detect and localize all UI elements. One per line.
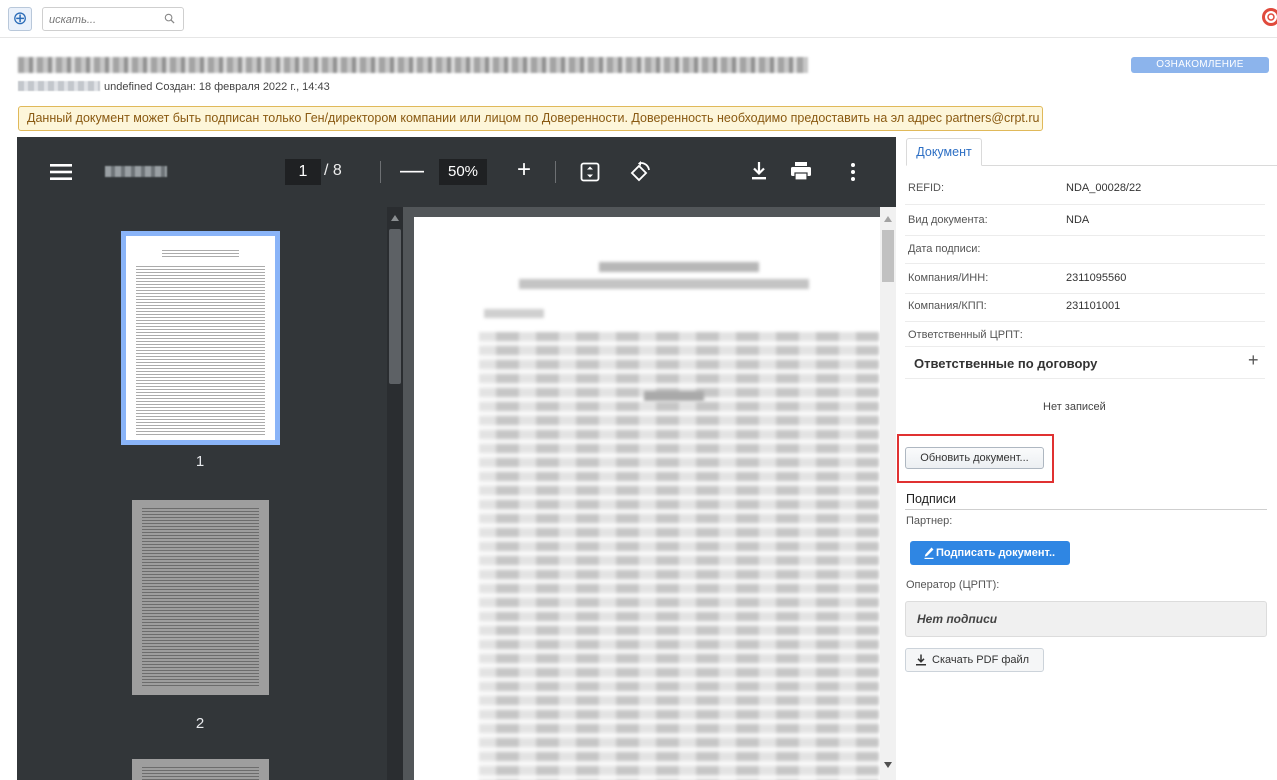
top-bar: ⊕ <box>0 0 1277 38</box>
signatures-divider <box>905 509 1267 510</box>
pdf-toolbar: 1 / 8 — 50% + <box>17 137 896 207</box>
section-divider <box>905 378 1265 379</box>
row-divider <box>905 235 1265 236</box>
pdf-page-area[interactable] <box>403 207 896 780</box>
update-document-button[interactable]: Обновить документ... <box>905 447 1044 469</box>
page-scrollbar[interactable] <box>880 207 896 780</box>
zoom-input[interactable]: 50% <box>439 159 487 185</box>
no-signature-box: Нет подписи <box>905 601 1267 637</box>
scroll-up-icon[interactable] <box>389 213 401 223</box>
status-badge: ОЗНАКОМЛЕНИЕ <box>1131 57 1269 73</box>
pdf-viewer: 1 / 8 — 50% + 1 2 <box>17 137 896 780</box>
search-input[interactable] <box>49 11 157 28</box>
download-pdf-button[interactable]: Скачать PDF файл <box>905 648 1044 672</box>
doc-type-value: NDA <box>1066 214 1090 226</box>
operator-label: Оператор (ЦРПТ): <box>906 579 1000 591</box>
partner-label: Партнер: <box>906 515 953 527</box>
toolbar-divider <box>555 161 556 183</box>
row-divider <box>905 346 1265 347</box>
thumbnail-scroll-thumb[interactable] <box>389 229 401 384</box>
thumbnail-number: 2 <box>195 715 205 732</box>
download-pdf-icon <box>916 654 926 666</box>
sign-document-label: Подписать документ.. <box>936 547 1056 559</box>
scroll-down-icon[interactable] <box>883 761 893 769</box>
pen-icon <box>924 547 934 559</box>
search-box[interactable] <box>42 7 184 31</box>
page-scroll-thumb[interactable] <box>882 230 894 282</box>
document-title <box>18 57 808 73</box>
thumbnail-number: 1 <box>195 453 205 470</box>
plus-icon[interactable]: + <box>1248 350 1259 371</box>
scroll-up-icon[interactable] <box>883 215 893 223</box>
page-total: / 8 <box>324 162 342 179</box>
document-meta: undefined Создан: 18 февраля 2022 г., 14… <box>18 81 330 93</box>
warning-banner: Данный документ может быть подписан толь… <box>18 106 1043 131</box>
created-text: undefined Создан: 18 февраля 2022 г., 14… <box>104 81 330 93</box>
row-divider <box>905 204 1265 205</box>
toolbar-divider <box>380 161 381 183</box>
row-divider <box>905 293 1265 294</box>
company-kpp-label: Компания/КПП: <box>908 300 987 312</box>
page-number-input[interactable]: 1 <box>285 159 321 185</box>
responsible-crpt-label: Ответственный ЦРПТ: <box>908 329 1023 341</box>
no-records-text: Нет записей <box>1043 401 1106 413</box>
doc-type-label: Вид документа: <box>908 214 988 226</box>
row-divider <box>905 321 1265 322</box>
more-vert-icon[interactable] <box>847 161 859 183</box>
sign-document-button[interactable]: Подписать документ.. <box>910 541 1070 565</box>
download-pdf-label: Скачать PDF файл <box>932 654 1030 666</box>
tab-document[interactable]: Документ <box>906 138 982 166</box>
page-thumbnail[interactable] <box>132 500 269 695</box>
signatures-title: Подписи <box>906 492 956 506</box>
download-icon[interactable] <box>750 161 768 181</box>
company-kpp-value: 231101001 <box>1066 300 1121 312</box>
rotate-icon[interactable] <box>629 161 651 183</box>
file-name <box>105 166 167 177</box>
author-name <box>18 81 100 91</box>
tab-divider <box>982 165 1277 166</box>
add-icon[interactable]: ⊕ <box>8 7 32 31</box>
page-thumbnail[interactable] <box>132 759 269 780</box>
menu-icon[interactable] <box>50 163 72 181</box>
sign-date-label: Дата подписи: <box>908 243 981 255</box>
refid-value: NDA_00028/22 <box>1066 182 1142 194</box>
row-divider <box>905 263 1265 264</box>
zoom-in-button[interactable]: + <box>517 157 531 183</box>
pdf-page <box>414 217 882 780</box>
zoom-out-button[interactable]: — <box>400 159 424 183</box>
refid-label: REFID: <box>908 182 945 194</box>
page-thumbnail[interactable] <box>126 236 275 440</box>
fit-page-icon[interactable] <box>580 162 600 182</box>
company-inn-label: Компания/ИНН: <box>908 272 989 284</box>
print-icon[interactable] <box>790 161 812 181</box>
search-icon[interactable] <box>164 13 175 24</box>
company-inn-value: 2311095560 <box>1066 272 1127 284</box>
help-lifebuoy-icon[interactable] <box>1259 6 1277 28</box>
responsible-section-title: Ответственные по договору <box>914 356 1098 371</box>
